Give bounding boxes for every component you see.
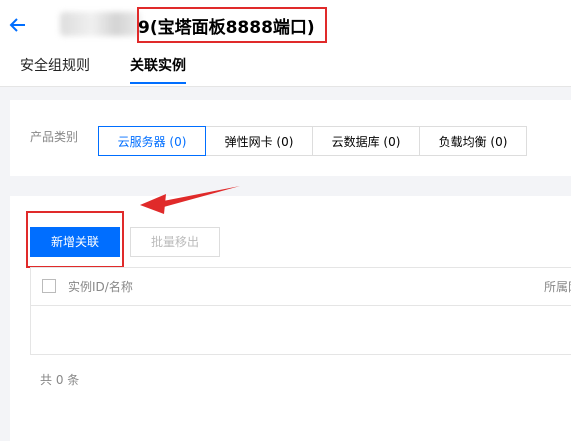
filter-eni[interactable]: 弹性网卡 (0) — [205, 126, 313, 156]
batch-remove-button[interactable]: 批量移出 — [130, 227, 220, 257]
instances-table: 实例ID/名称 所属网 — [30, 267, 571, 355]
filter-clb[interactable]: 负载均衡 (0) — [419, 126, 527, 156]
column-region: 所属网 — [544, 280, 571, 294]
total-count: 共 0 条 — [40, 373, 80, 387]
product-type-segmented-control: 云服务器 (0) 弹性网卡 (0) 云数据库 (0) 负载均衡 (0) — [98, 126, 527, 156]
add-button-annotation-box — [26, 211, 124, 268]
title-annotation-box — [137, 7, 327, 43]
active-tab-indicator — [130, 82, 186, 84]
instance-list-panel: 新增关联 批量移出 实例ID/名称 所属网 共 0 条 — [10, 186, 571, 441]
filter-cvm[interactable]: 云服务器 (0) — [98, 126, 206, 156]
product-filter-panel: 产品类别 云服务器 (0) 弹性网卡 (0) 云数据库 (0) 负载均衡 (0) — [10, 100, 571, 176]
tab-security-group-rules[interactable]: 安全组规则 — [20, 55, 90, 75]
header-divider — [0, 86, 571, 87]
annotation-arrow-icon — [140, 186, 240, 214]
product-type-label: 产品类别 — [30, 130, 79, 144]
page-header: 9(宝塔面板8888端口) 安全组规则 关联实例 — [0, 0, 571, 87]
table-header: 实例ID/名称 所属网 — [31, 268, 571, 306]
select-all-checkbox[interactable] — [42, 279, 56, 293]
redacted-title-prefix — [60, 12, 140, 36]
tab-associated-instances[interactable]: 关联实例 — [130, 55, 186, 75]
filter-database[interactable]: 云数据库 (0) — [312, 126, 420, 156]
back-arrow-icon[interactable] — [8, 14, 28, 36]
column-instance-id: 实例ID/名称 — [68, 280, 133, 294]
